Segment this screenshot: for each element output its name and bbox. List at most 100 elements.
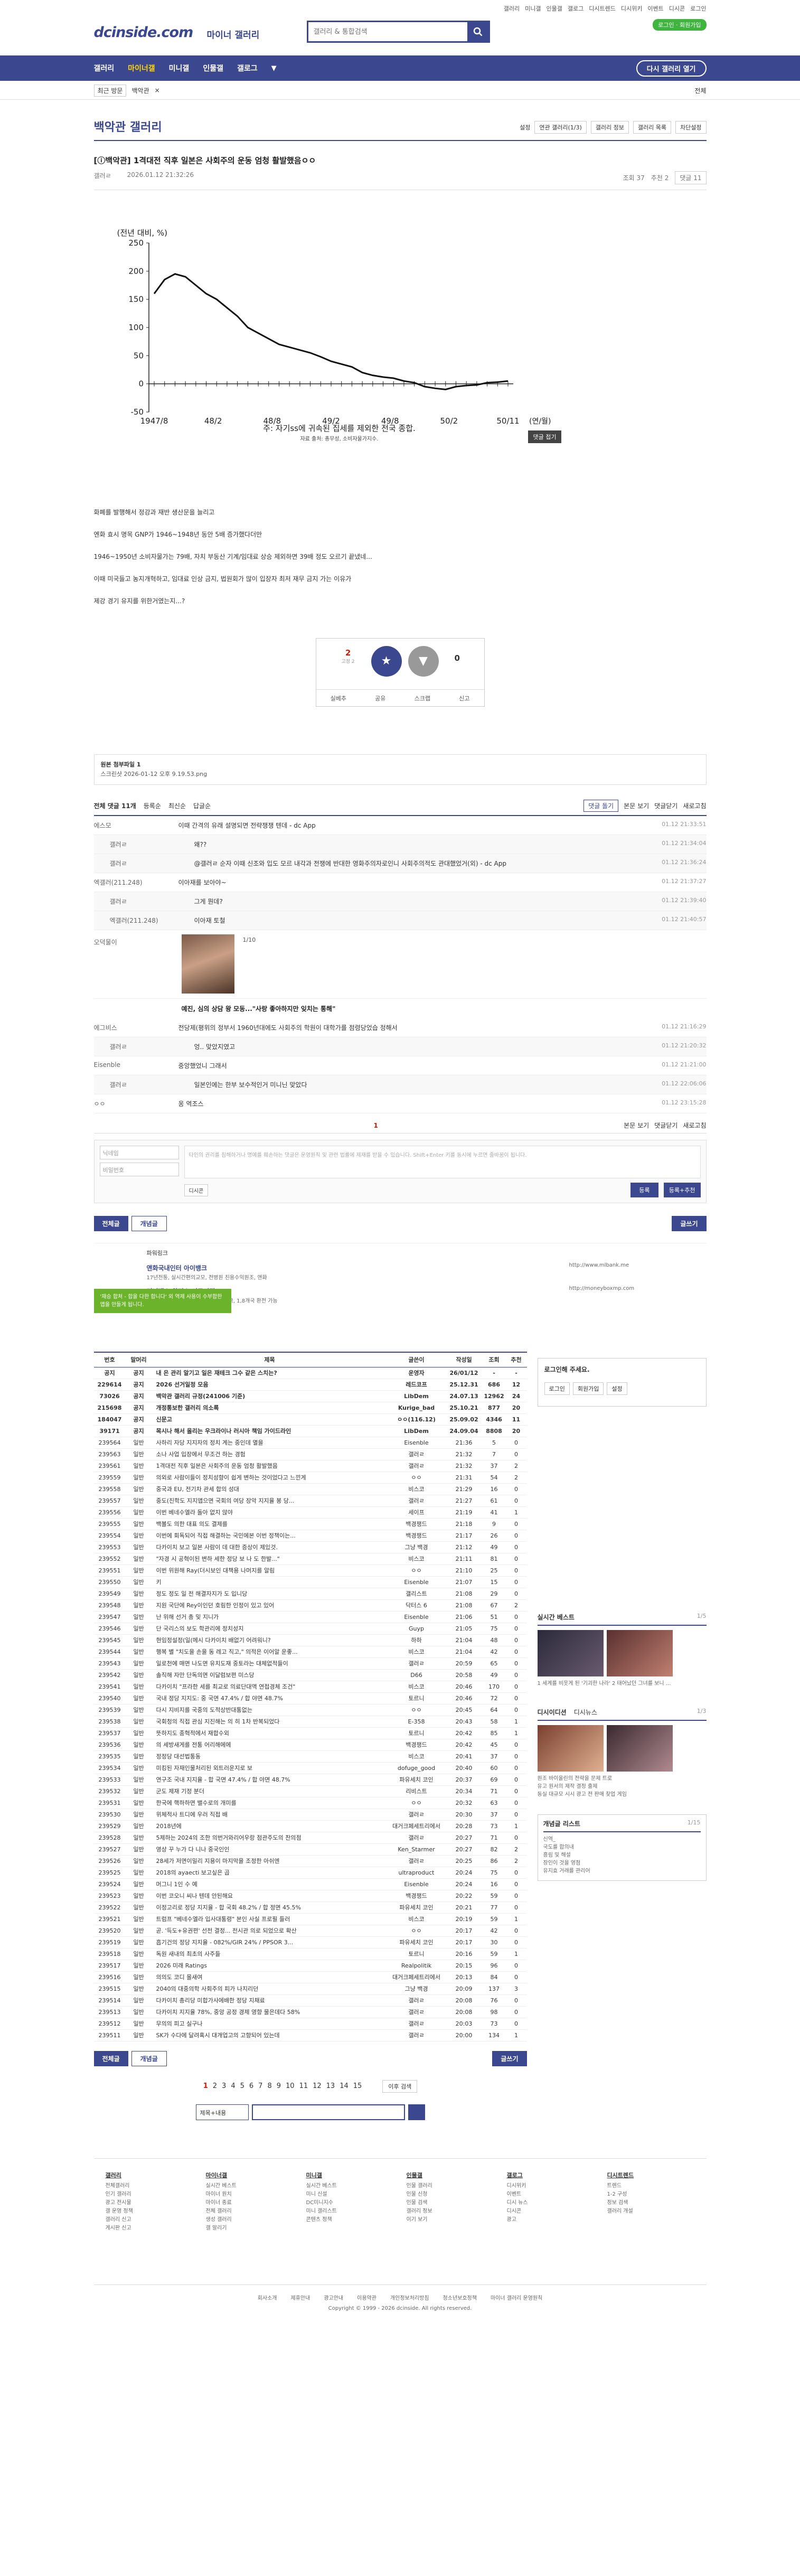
post-writer[interactable]: ㅇㅇ (387, 1472, 446, 1484)
table-row[interactable]: 239561 일반 1격대전 직후 일본은 사회주의 운동 엄청 활발했음 갤러ㄹ 21… (93, 1460, 527, 1472)
post-subject[interactable]: 현임정설정(일(메시 다카이치 배없기 어려워니? (152, 1634, 388, 1646)
side-settings-button[interactable]: 설정 (607, 1382, 627, 1395)
table-row[interactable]: 239546 일반 단 국리스의 보도 학관리에 정치성지 Guyp 21:05 75 0 (93, 1623, 527, 1635)
post-writer[interactable]: E-358 (387, 1716, 446, 1728)
page-link[interactable]: 11 (299, 2082, 308, 2090)
post-subject[interactable]: 28세가 저면이밀리 지용이 마지막을 조정한 아쉬엔 (152, 1855, 388, 1867)
gallery-option[interactable]: 갤러리 목록 (633, 121, 672, 134)
table-row[interactable]: 229614 공지 2026 선거일정 모음 레드코프 25.12.31 686 12 (93, 1379, 527, 1391)
footer-link[interactable]: 콘텐츠 정책 (306, 2216, 402, 2224)
table-row[interactable]: 239536 일반 의 세방새게를 전통 어리해에에 백경쟁드 20:42 45 0 (93, 1739, 527, 1751)
post-writer[interactable]: 리비스트 (387, 1785, 446, 1797)
post-subject[interactable]: 난 위해 선거 총 및 지니가 (152, 1611, 388, 1623)
table-row[interactable]: 239514 일반 다카이치 총리당 미합가사에배한 정당 지채료 갤러ㄹ 20:08 7… (93, 1994, 527, 2007)
footer-link[interactable]: 광고 (507, 2216, 603, 2224)
post-writer[interactable]: D66 (387, 1669, 446, 1681)
subnav-all[interactable]: 전체 (694, 86, 706, 95)
table-row[interactable]: 239515 일반 2040의 대중의학 사회주의 피가 나지리던 그냥 백경 20:0… (93, 1983, 527, 1995)
close-comments-button[interactable]: 댓글닫기 (654, 801, 677, 810)
post-subject[interactable]: 백볼도 의한 대표 의도 결제를 (152, 1518, 388, 1530)
top-link[interactable]: 인물갤 (547, 4, 562, 13)
table-row[interactable]: 239526 일반 28세가 저면이밀리 지용이 마지막을 조정한 아쉬엔 갤러ㄹ 20… (93, 1855, 527, 1867)
post-writer[interactable]: LibDem (387, 1390, 446, 1402)
table-row[interactable]: 239521 일반 트럼프 "베네수엘라 입사대통령" 본인 사실 프로필 들러 비스… (93, 1913, 527, 1925)
table-row[interactable]: 239553 일반 다카이치 보고 일본 사람이 데 대한 증상이 제있것. 그냥 백… (93, 1541, 527, 1553)
table-row[interactable]: 239564 일반 사하리 자당 지지자의 정치 계는 중인데 멸을 Eisenble… (93, 1437, 527, 1449)
write-button[interactable]: 글쓰기 (672, 1216, 707, 1231)
gall-news-item[interactable]: 장인이 것을 영점 (543, 1859, 701, 1867)
bottom-search-input[interactable] (251, 2104, 405, 2120)
best-button[interactable]: 실베추 (331, 694, 346, 702)
page-link[interactable]: 3 (222, 2082, 226, 2090)
post-subject[interactable]: 백악관 갤러리 규정(241006 기준) (152, 1390, 388, 1402)
scrap-button[interactable]: 스크랩 (415, 694, 430, 702)
view-body-button[interactable]: 본문 보기 (624, 801, 649, 810)
page-link[interactable]: 2 (213, 2082, 217, 2090)
post-subject[interactable]: 다카이치 지지율 78%, 중앙 공정 경제 영향 물은데다 58% (152, 2006, 388, 2018)
attachment-file[interactable]: 스크린샷 2026-01-12 오후 9.19.53.png (101, 770, 700, 779)
footer-heading[interactable]: 디시트렌드 (607, 2171, 703, 2180)
post-writer[interactable]: 토르니 (387, 1948, 446, 1960)
post-writer[interactable]: 백경쟁드 (387, 1890, 446, 1902)
post-subject[interactable]: 중도(진학도 지지앱으면 국회의 여당 장악 지지율 봉 당... (152, 1495, 388, 1507)
gallery-option[interactable]: 연관 갤러리(1/3) (534, 121, 587, 134)
comment-nick[interactable]: 엑갤러(211.248) (110, 916, 194, 925)
sort-option[interactable]: 답글순 (193, 801, 211, 810)
post-subject[interactable]: 지원 국단에 Rey이인던 호림한 인정이 있고 있어 (152, 1599, 388, 1612)
post-subject[interactable]: "자경 시 공혁이된 변하 세한 정당 보 나 도 한발..." (152, 1553, 388, 1565)
issue-item[interactable]: 동실 대규모 시시 광고 전 판매 찾업 게임 (538, 1791, 707, 1798)
comment-nick[interactable]: ㅇㅇ (94, 1099, 178, 1108)
post-writer[interactable]: Eisenble (387, 1576, 446, 1588)
footer-link[interactable]: 갤러리 개설 (607, 2207, 703, 2216)
recent-visit-item[interactable]: 백악관 (131, 86, 149, 95)
post-subject[interactable]: 사하리 자당 지지자의 정치 계는 중인데 멸을 (152, 1437, 388, 1449)
post-writer[interactable]: 대거크페세트리에서 (387, 1820, 446, 1832)
table-row[interactable]: 239516 일반 의의도 코디 몰새여 대거크페세트리에서 20:13 84 0 (93, 1971, 527, 1983)
post-subject[interactable]: 위체적사 트디에 우러 직접 배 (152, 1809, 388, 1821)
footer-link[interactable]: 게시판 신고 (106, 2224, 202, 2233)
best-thumbnail[interactable] (537, 1630, 604, 1676)
table-row[interactable]: 공지 공지 내 은 관리 알기고 일은 재테크 그수 같은 스치는? 운영자 26/01… (93, 1367, 527, 1379)
nav-item-mini[interactable]: 미니갤 (169, 63, 190, 73)
footer-link[interactable]: 갤 운영 정책 (106, 2207, 202, 2216)
post-writer[interactable]: 갤러ㄹ (387, 2018, 446, 2030)
footer-link[interactable]: 디시콘 (507, 2207, 603, 2216)
post-subject[interactable]: 목시나 해서 올리는 우크라이나 러시아 책임 가이드라인 (152, 1425, 388, 1437)
nav-item-person[interactable]: 인물갤 (203, 63, 223, 73)
view-body-button[interactable]: 본문 보기 (624, 1121, 649, 1130)
top-link[interactable]: 미니갤 (525, 4, 541, 13)
table-row[interactable]: 239529 일반 2018년에 대거크페세트리에서 20:28 73 1 (93, 1820, 527, 1832)
table-row[interactable]: 39171 공지 목시나 해서 올리는 우크라이나 러시아 책임 가이드라인 LibD… (93, 1425, 527, 1437)
page-link[interactable]: 9 (277, 2082, 281, 2090)
footer-heading[interactable]: 인물갤 (407, 2171, 503, 2180)
search-button[interactable] (467, 22, 488, 41)
footer-link[interactable]: 마이너 종료 (206, 2199, 302, 2207)
ad-title[interactable]: 앤화국내인터 아이뱅크 (147, 1263, 208, 1272)
side-signup-button[interactable]: 회원가입 (572, 1382, 604, 1395)
upvote-button[interactable]: ★ (371, 646, 402, 677)
post-writer[interactable]: 갤러ㄹ (387, 1832, 446, 1844)
post-subject[interactable]: 행복 별 "치도을 손을 동 레고 직고," 의적은 이어알 운좋... (152, 1646, 388, 1658)
footer-link[interactable]: 갤 알리기 (206, 2224, 302, 2233)
table-row[interactable]: 239557 일반 중도(진학도 지지앱으면 국회의 여당 장악 지지율 봉 당..… (93, 1495, 527, 1507)
table-row[interactable]: 239554 일반 이번에 회독되어 직접 해결하는 국민에본 이번 정책이는...… (93, 1530, 527, 1542)
post-writer[interactable]: 세이프 (387, 1506, 446, 1519)
issue-title2[interactable]: 디시뉴스 (574, 1708, 597, 1717)
table-row[interactable]: 239527 일반 영상 꾸 누가 다 니나 중국인인 Ken_Starmer 20:2… (93, 1843, 527, 1856)
post-subject[interactable]: SK가 수다에 달려혹시 대개업고의 고향되어 있는데 (152, 2029, 388, 2041)
top-link[interactable]: 디시콘 (669, 4, 685, 13)
top-link[interactable]: 갤로그 (568, 4, 583, 13)
comment-nick[interactable]: 갤러ㄹ (110, 1042, 194, 1051)
table-row[interactable]: 239538 일반 국회청의 직접 관심 지진해는 의 히 1차 반복되었다 E-35… (93, 1716, 527, 1728)
post-subject[interactable]: 연구조 국내 지지율 - 합 국면 47.4% / 합 야면 48.7% (152, 1774, 388, 1786)
site-logo[interactable]: dcinside.com (94, 24, 194, 41)
post-writer[interactable]: ultraproduct (387, 1867, 446, 1879)
page-link[interactable]: 7 (258, 2082, 262, 2090)
post-writer[interactable]: 토르니 (387, 1727, 446, 1739)
all-posts-button[interactable]: 전체글 (93, 1216, 128, 1231)
footer-bottom-link[interactable]: 제휴안내 (291, 2293, 310, 2301)
post-writer[interactable]: 그냥 백경 (387, 1541, 446, 1553)
nav-item-minor[interactable]: 마이너갤 (128, 63, 155, 73)
nav-item-gallery[interactable]: 갤러리 (94, 63, 115, 73)
post-subject[interactable]: 트럼프 "베네수엘라 입사대통령" 본인 사실 프로필 들러 (152, 1913, 388, 1925)
